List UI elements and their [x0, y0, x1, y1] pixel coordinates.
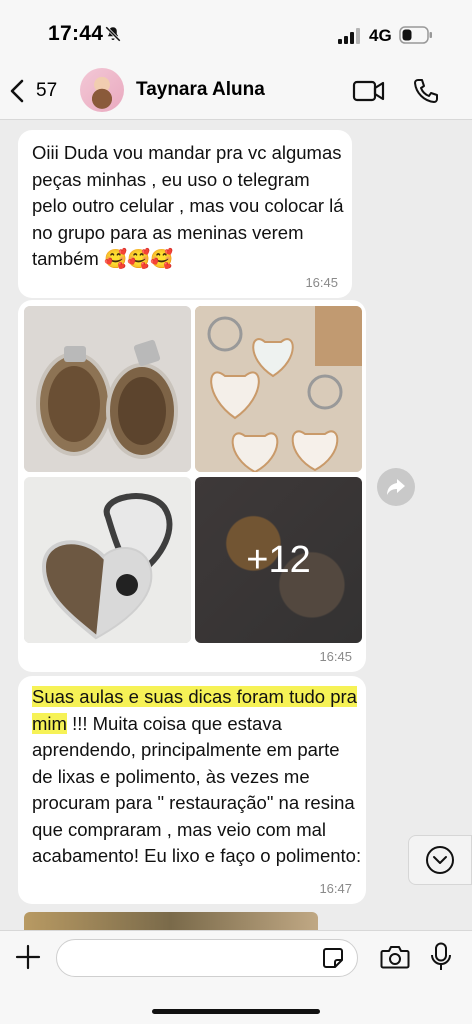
network-type: 4G	[369, 26, 392, 45]
status-bar: 17:44 4G	[0, 0, 472, 62]
next-photo-preview[interactable]	[24, 912, 318, 930]
sticker-icon[interactable]	[322, 947, 344, 969]
photo-album-bubble[interactable]: +12 16:45	[18, 300, 366, 672]
message-input[interactable]	[56, 939, 358, 977]
forward-icon	[387, 479, 405, 495]
message-text: Oiii Duda vou mandar pra vc algumas peça…	[32, 142, 344, 269]
scroll-down-button[interactable]	[408, 835, 472, 885]
unread-count: 57	[36, 80, 58, 101]
contact-name[interactable]: Taynara Aluna	[136, 79, 265, 101]
album-photo[interactable]	[195, 306, 362, 472]
phone-icon[interactable]	[412, 77, 440, 105]
bell-off-icon	[105, 26, 121, 42]
back-button[interactable]: 57	[8, 76, 57, 106]
keychain-image	[195, 306, 362, 472]
chevron-down-icon	[426, 846, 454, 874]
resin-pendant-image	[24, 306, 191, 472]
input-bar	[0, 930, 472, 1024]
message-bubble[interactable]: Oiii Duda vou mandar pra vc algumas peça…	[18, 130, 352, 298]
avatar[interactable]	[80, 68, 124, 112]
message-text-rest: !!! Muita coisa que estava aprendendo, p…	[32, 712, 362, 867]
album-photo[interactable]	[24, 477, 191, 643]
home-indicator	[152, 1009, 320, 1014]
message-time: 16:45	[305, 275, 338, 290]
forward-button[interactable]	[377, 468, 415, 506]
chat-header: 57 Taynara Aluna	[0, 62, 472, 120]
battery-icon	[399, 26, 432, 44]
album-photo[interactable]	[24, 306, 191, 472]
signal-icon	[338, 28, 360, 44]
album-photo-more[interactable]: +12	[195, 477, 362, 643]
plus-icon[interactable]	[14, 943, 42, 971]
message-text: Suas aulas e suas dicas foram tudo pra m…	[32, 684, 362, 870]
album-more-count: +12	[195, 477, 362, 643]
message-bubble[interactable]: Suas aulas e suas dicas foram tudo pra m…	[18, 676, 366, 904]
video-icon[interactable]	[352, 78, 386, 104]
message-time: 16:45	[319, 649, 352, 664]
mic-icon[interactable]	[430, 942, 452, 972]
status-time: 17:44	[48, 22, 104, 45]
message-time: 16:47	[319, 881, 352, 896]
heart-keychain-image	[24, 477, 191, 643]
back-chevron-icon	[10, 79, 24, 103]
camera-icon[interactable]	[380, 944, 410, 970]
message-list[interactable]: Oiii Duda vou mandar pra vc algumas peça…	[0, 120, 472, 930]
